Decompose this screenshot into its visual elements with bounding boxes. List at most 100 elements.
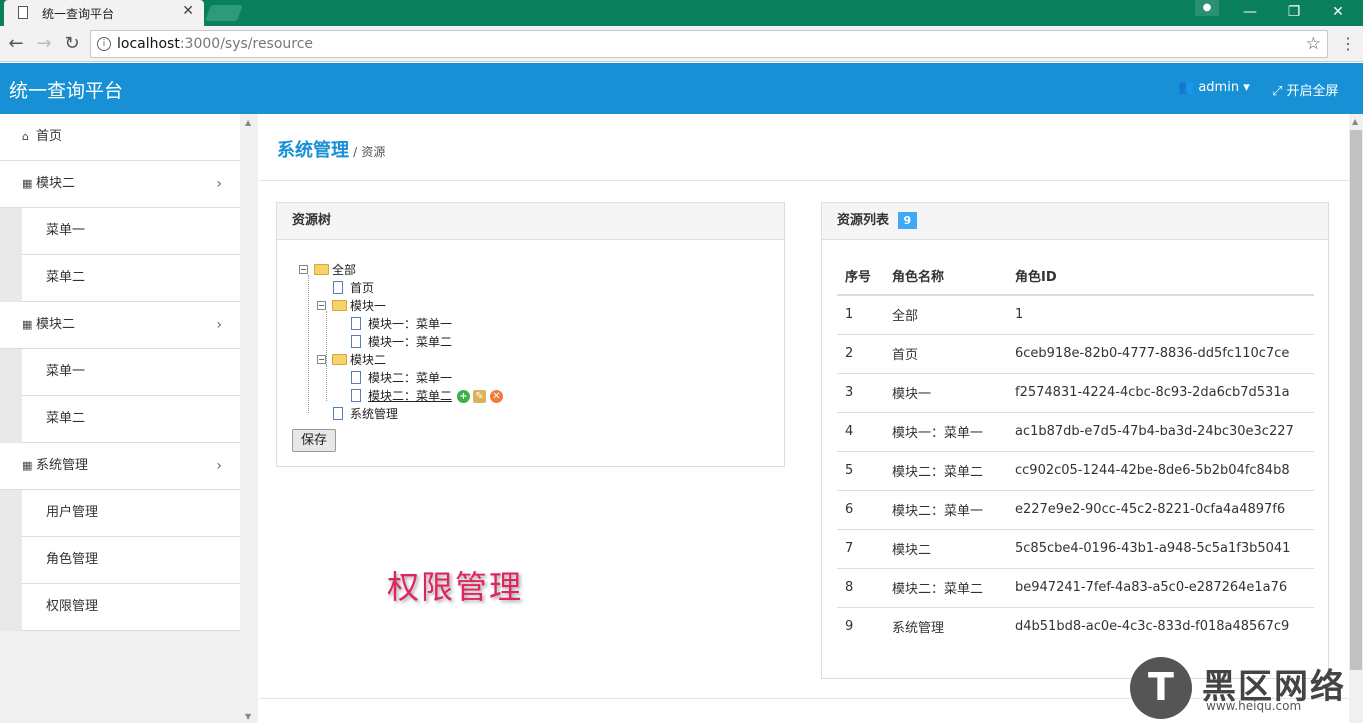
tree-node-selected[interactable]: 模块二：菜单二 + ✎ ✕ bbox=[335, 387, 535, 405]
file-icon bbox=[351, 371, 361, 384]
folder-icon bbox=[314, 264, 329, 275]
close-tab-icon[interactable]: ✕ bbox=[182, 3, 194, 19]
grid-icon: ▦ bbox=[22, 318, 33, 331]
panel-title: 资源树 bbox=[277, 203, 784, 240]
tree-node[interactable]: − 模块二 bbox=[317, 351, 437, 369]
tree-node-root[interactable]: − 全部 bbox=[299, 261, 419, 279]
sidebar-item-roles[interactable]: 角色管理 bbox=[22, 537, 240, 584]
logo-url: www.heiqu.com bbox=[1206, 699, 1302, 713]
table-cell: 2 bbox=[837, 334, 884, 374]
table-row[interactable]: 6 模块二：菜单一 e227e9e2-90cc-45c2-8221-0cfa4a48… bbox=[837, 490, 1314, 530]
column-header: 角色ID bbox=[1007, 257, 1314, 296]
table-cell: 首页 bbox=[884, 334, 1007, 374]
table-cell: f2574831-4224-4cbc-8c93-2da6cb7d531a bbox=[1007, 373, 1314, 413]
collapse-icon[interactable]: − bbox=[317, 355, 326, 364]
fullscreen-button[interactable]: ⤢ 开启全屏 bbox=[1272, 80, 1339, 99]
tree-node[interactable]: 模块一：菜单一 bbox=[335, 315, 475, 333]
main-content: 系统管理 / 资源 资源树 − 全部 首页 − 模块一 模块一：菜单一 模块一：… bbox=[259, 114, 1349, 723]
table-cell: 1 bbox=[837, 295, 884, 335]
table-row[interactable]: 1 全部 1 bbox=[837, 295, 1314, 335]
table-row[interactable]: 8 模块二：菜单二 be947241-7fef-4a83-a5c0-e287264e… bbox=[837, 568, 1314, 608]
save-button[interactable]: 保存 bbox=[292, 429, 336, 452]
resource-table: 序号 角色名称 角色ID 1 全部 1 2 首页 6ceb918e-82b0-4777-8… bbox=[837, 257, 1314, 646]
table-row[interactable]: 7 模块二 5c85cbe4-0196-43b1-a948-5c5a1f3b5041 bbox=[837, 529, 1314, 569]
file-icon bbox=[333, 407, 343, 420]
table-cell: 模块二：菜单二 bbox=[884, 451, 1007, 491]
chevron-right-icon: › bbox=[216, 176, 222, 192]
column-header: 序号 bbox=[837, 257, 884, 296]
table-cell: 模块二：菜单二 bbox=[884, 568, 1007, 608]
sidebar-item-menu1[interactable]: 菜单一 bbox=[22, 349, 240, 396]
table-row[interactable]: 5 模块二：菜单二 cc902c05-1244-42be-8de6-5b2b04fc… bbox=[837, 451, 1314, 491]
users-icon: 👥 bbox=[1178, 80, 1195, 95]
file-icon bbox=[351, 335, 361, 348]
divider bbox=[259, 180, 1349, 181]
info-icon[interactable]: i bbox=[97, 37, 111, 51]
delete-icon[interactable]: ✕ bbox=[490, 390, 503, 403]
resource-list-panel: 资源列表 9 序号 角色名称 角色ID 1 全部 1 2 首页 6ceb918e-82b0… bbox=[821, 202, 1329, 679]
breadcrumb-section[interactable]: 系统管理 bbox=[277, 140, 349, 161]
tree-node[interactable]: 系统管理 bbox=[317, 405, 437, 423]
table-row[interactable]: 9 系统管理 d4b51bd8-ac0e-4c3c-833d-f018a48567c… bbox=[837, 607, 1314, 646]
new-tab-button[interactable] bbox=[205, 5, 243, 21]
bookmark-star-icon[interactable]: ☆ bbox=[1306, 34, 1321, 54]
logo-mark: T bbox=[1130, 657, 1192, 719]
sidebar-item-menu1[interactable]: 菜单一 bbox=[22, 208, 240, 255]
sidebar-item-home[interactable]: ⌂ 首页 bbox=[0, 114, 240, 161]
window-close-button[interactable]: ✕ bbox=[1316, 0, 1360, 26]
reload-icon[interactable]: ↻ bbox=[60, 32, 84, 56]
user-name: admin bbox=[1198, 80, 1240, 95]
tree-node[interactable]: 模块一：菜单二 bbox=[335, 333, 475, 351]
scroll-down-icon[interactable]: ▼ bbox=[245, 712, 251, 721]
profile-icon[interactable]: ● bbox=[1195, 0, 1219, 16]
table-row[interactable]: 4 模块一：菜单一 ac1b87db-e7d5-47b4-ba3d-24bc30e3… bbox=[837, 412, 1314, 452]
table-cell: 9 bbox=[845, 619, 854, 635]
tree-node[interactable]: − 模块一 bbox=[317, 297, 437, 315]
add-icon[interactable]: + bbox=[457, 390, 470, 403]
file-icon bbox=[351, 389, 361, 402]
address-bar: ← → ↻ i localhost:3000/sys/resource ☆ ⋮ bbox=[0, 26, 1363, 62]
table-row[interactable]: 3 模块一 f2574831-4224-4cbc-8c93-2da6cb7d531a bbox=[837, 373, 1314, 413]
tree-node[interactable]: 首页 bbox=[317, 279, 437, 297]
url-input[interactable]: i localhost:3000/sys/resource ☆ bbox=[90, 30, 1328, 58]
table-cell: 6ceb918e-82b0-4777-8836-dd5fc110c7ce bbox=[1007, 334, 1314, 374]
table-cell: 模块二 bbox=[884, 529, 1007, 569]
browser-tab[interactable]: 统一查询平台 ✕ bbox=[4, 0, 204, 26]
file-icon bbox=[333, 281, 343, 294]
sidebar-item-permissions[interactable]: 权限管理 bbox=[22, 584, 240, 631]
sidebar-item-menu2[interactable]: 菜单二 bbox=[22, 255, 240, 302]
edit-icon[interactable]: ✎ bbox=[473, 390, 486, 403]
forward-icon[interactable]: → bbox=[32, 32, 56, 56]
breadcrumb: 系统管理 / 资源 bbox=[277, 136, 385, 162]
scroll-up-icon[interactable]: ▲ bbox=[1352, 117, 1358, 126]
sidebar-item-menu2[interactable]: 菜单二 bbox=[22, 396, 240, 443]
breadcrumb-page: 资源 bbox=[361, 145, 386, 159]
panel-title: 资源列表 9 bbox=[822, 203, 1328, 240]
browser-menu-icon[interactable]: ⋮ bbox=[1340, 34, 1356, 53]
restore-button[interactable]: ❐ bbox=[1272, 0, 1316, 26]
folder-icon bbox=[332, 354, 347, 365]
user-menu[interactable]: 👥 admin ▾ bbox=[1178, 80, 1250, 95]
sidebar-item-users[interactable]: 用户管理 bbox=[22, 490, 240, 537]
table-cell: 模块一：菜单一 bbox=[884, 412, 1007, 452]
minimize-button[interactable]: — bbox=[1228, 0, 1272, 26]
scroll-up-icon[interactable]: ▲ bbox=[245, 118, 251, 127]
tree-node[interactable]: 模块二：菜单一 bbox=[335, 369, 475, 387]
breadcrumb-separator: / bbox=[353, 145, 358, 159]
table-cell: 系统管理 bbox=[892, 621, 945, 637]
back-icon[interactable]: ← bbox=[4, 32, 28, 56]
table-row[interactable]: 2 首页 6ceb918e-82b0-4777-8836-dd5fc110c7ce bbox=[837, 334, 1314, 374]
collapse-icon[interactable]: − bbox=[317, 301, 326, 310]
sidebar-group-module[interactable]: ▦ 模块二 › bbox=[0, 161, 240, 208]
collapse-icon[interactable]: − bbox=[299, 265, 308, 274]
table-cell: 7 bbox=[837, 529, 884, 569]
sidebar-group-system[interactable]: ▦ 系统管理 › bbox=[0, 443, 240, 490]
main-scrollbar[interactable]: ▲ bbox=[1349, 114, 1363, 723]
scrollbar-thumb[interactable] bbox=[1350, 130, 1362, 670]
column-header: 角色名称 bbox=[884, 257, 1007, 296]
app-brand[interactable]: 统一查询平台 bbox=[9, 76, 123, 103]
sidebar: ⌂ 首页 ▦ 模块二 › 菜单一 菜单二 ▦ 模块二 › 菜单一 菜单二 ▦ 系统管理 … bbox=[0, 114, 258, 723]
sidebar-scrollbar[interactable]: ▲ ▼ bbox=[240, 114, 258, 723]
table-cell: 5 bbox=[837, 451, 884, 491]
sidebar-group-module[interactable]: ▦ 模块二 › bbox=[0, 302, 240, 349]
